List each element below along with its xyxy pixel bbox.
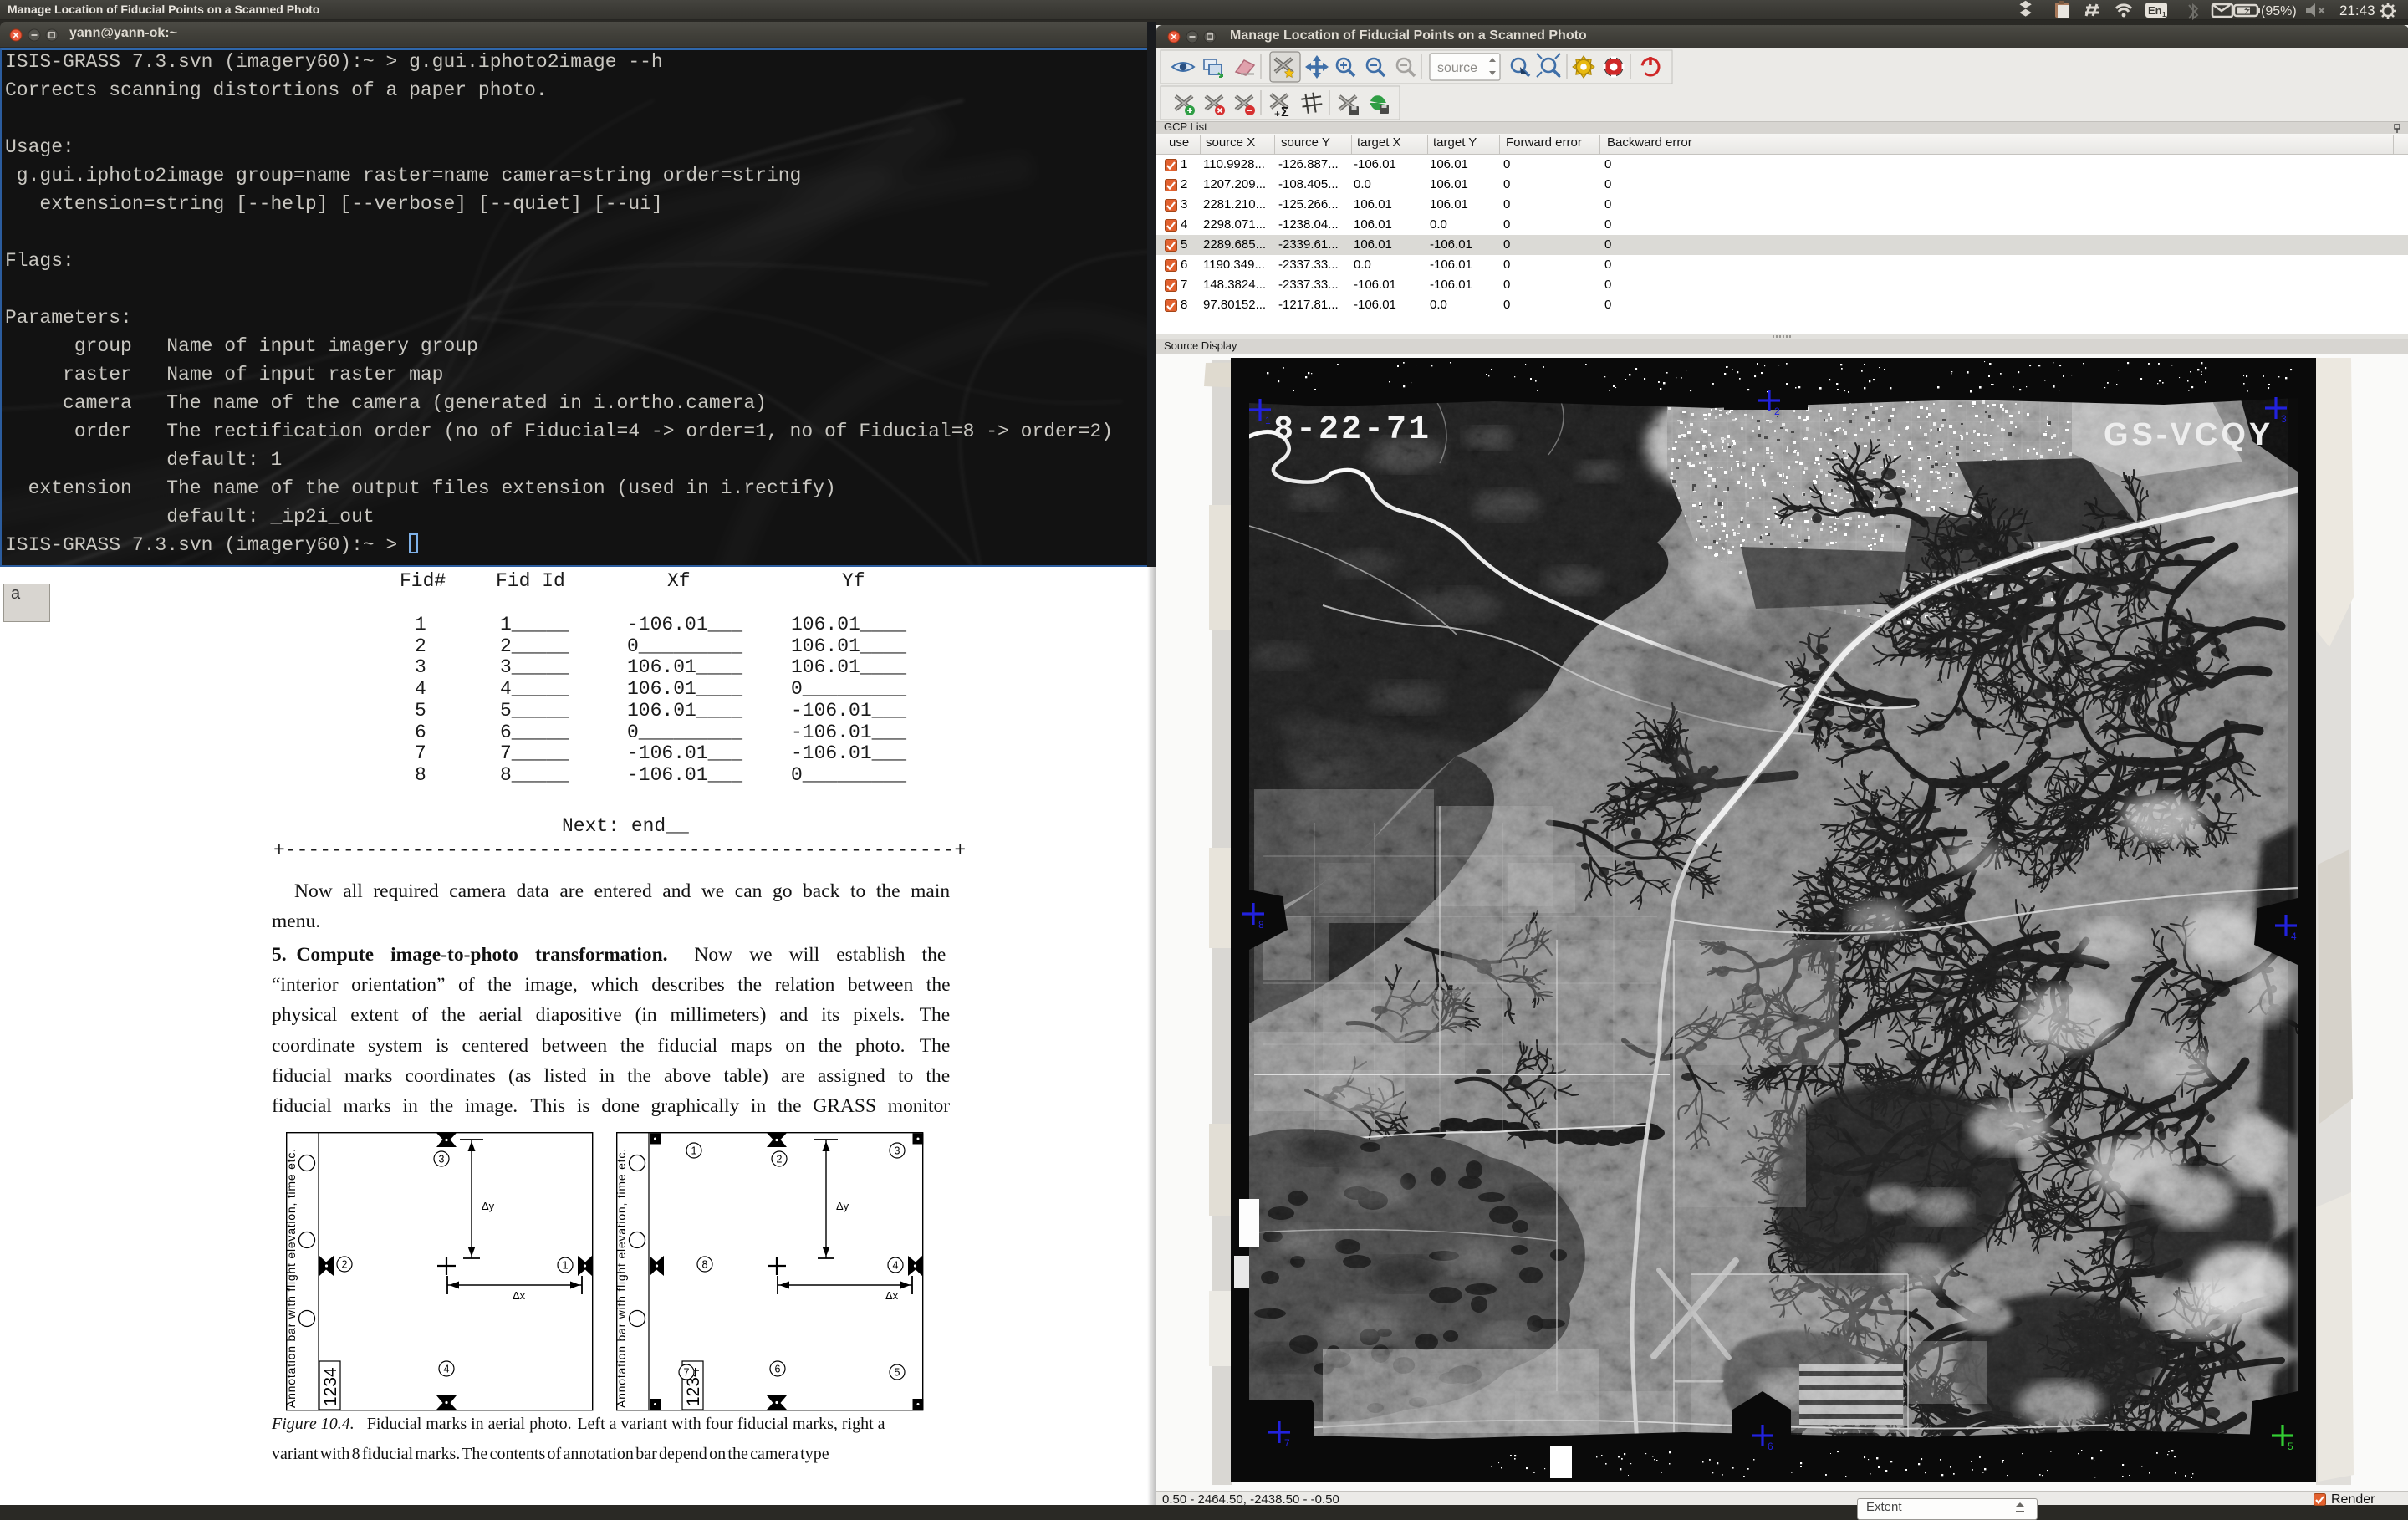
svg-text:1: 1: [2162, 11, 2166, 18]
svg-text:+: +: [1274, 108, 1280, 120]
svg-text:5: 5: [2288, 1441, 2293, 1452]
svg-text:Δy: Δy: [836, 1200, 849, 1212]
svg-text:1: 1: [1265, 415, 1271, 426]
svg-text:GS-VCQY: GS-VCQY: [2104, 417, 2273, 452]
svg-text:7: 7: [684, 1367, 690, 1379]
svg-text:Δx: Δx: [513, 1289, 526, 1302]
svg-text:3: 3: [439, 1154, 445, 1166]
svg-text:8-22-71: 8-22-71: [1273, 411, 1431, 449]
svg-text:8: 8: [702, 1259, 708, 1271]
svg-text:3: 3: [2281, 413, 2287, 425]
svg-text:7: 7: [1284, 1437, 1290, 1449]
svg-text:4: 4: [444, 1364, 450, 1375]
svg-text:21:43: 21:43: [2339, 3, 2375, 18]
svg-text:2: 2: [777, 1154, 783, 1166]
svg-text:Annotation bar with flight ele: Annotation bar with flight elevation, ti…: [286, 1149, 298, 1408]
svg-text:3: 3: [895, 1145, 900, 1157]
svg-text:(95%): (95%): [2261, 4, 2297, 18]
svg-text:2: 2: [342, 1259, 348, 1271]
svg-text:Σ: Σ: [1281, 105, 1289, 120]
svg-text:5: 5: [895, 1367, 900, 1379]
svg-text:1234: 1234: [321, 1367, 340, 1406]
svg-text:Annotation bar with flight ele: Annotation bar with flight elevation, ti…: [616, 1149, 628, 1408]
svg-text:8: 8: [1258, 919, 1264, 931]
svg-text:4: 4: [893, 1260, 899, 1272]
svg-text:source: source: [1437, 61, 1477, 75]
svg-text:4: 4: [2291, 931, 2297, 942]
svg-text:Δx: Δx: [885, 1289, 899, 1302]
svg-text:2: 2: [1774, 406, 1780, 417]
svg-text:Δy: Δy: [482, 1200, 495, 1212]
svg-text:En: En: [2148, 4, 2162, 17]
svg-text:6: 6: [775, 1364, 781, 1375]
svg-text:1: 1: [563, 1260, 569, 1272]
svg-text:6: 6: [1768, 1441, 1773, 1452]
svg-text:1: 1: [691, 1145, 697, 1157]
